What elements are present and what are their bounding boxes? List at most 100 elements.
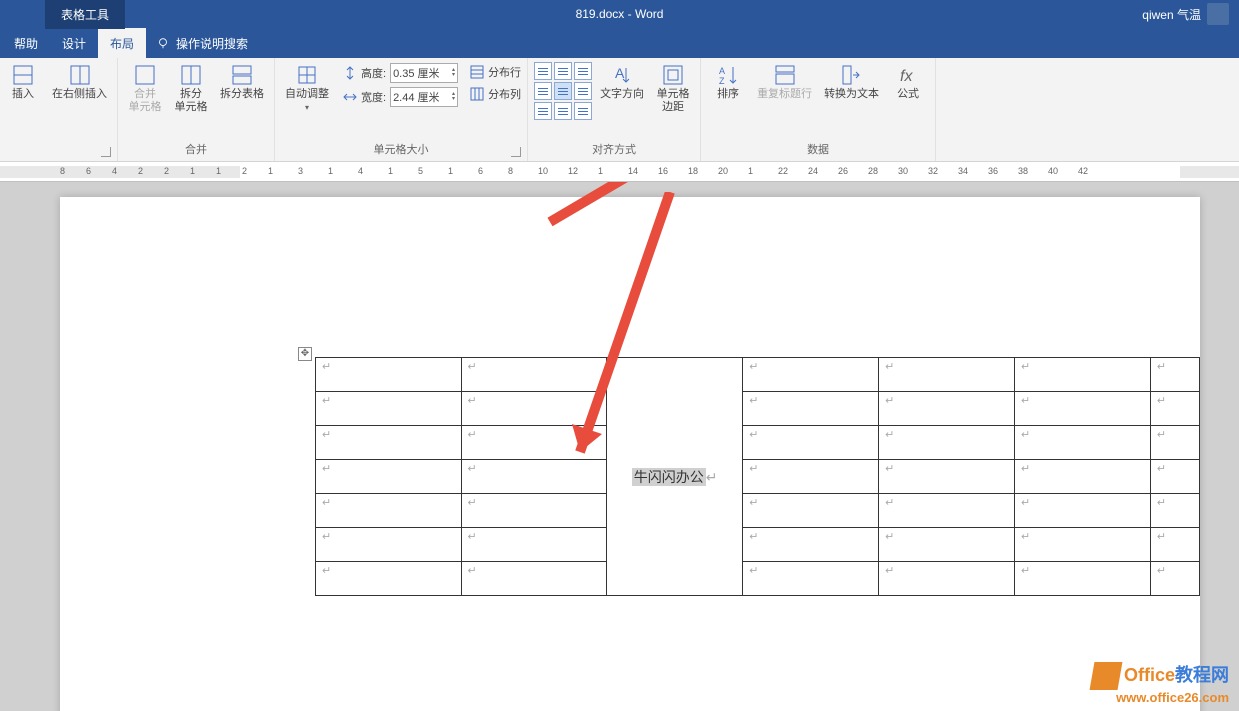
table-cell[interactable]: ↵ xyxy=(743,426,879,460)
table-cell[interactable]: ↵ xyxy=(461,392,607,426)
user-account[interactable]: qiwen 气温 xyxy=(1142,3,1229,25)
width-spinner[interactable]: 2.44 厘米▴▾ xyxy=(390,87,458,107)
width-label: 宽度: xyxy=(361,89,386,105)
table-cell[interactable]: ↵ xyxy=(316,562,462,596)
document-title: 819.docx - Word xyxy=(576,7,664,21)
table-cell[interactable]: ↵ xyxy=(316,460,462,494)
distribute-cols-button[interactable]: 分布列 xyxy=(470,84,521,104)
table-cell[interactable]: ↵ xyxy=(879,494,1015,528)
watermark-text2: www.office26.com xyxy=(1092,690,1229,705)
table-cell[interactable]: ↵ xyxy=(879,392,1015,426)
insert-col-icon xyxy=(69,64,91,86)
table-cell[interactable]: ↵ xyxy=(743,392,879,426)
align-top-left[interactable] xyxy=(534,62,552,80)
table-cell[interactable]: ↵ xyxy=(1150,494,1199,528)
table-cell[interactable]: ↵ xyxy=(461,358,607,392)
align-bot-right[interactable] xyxy=(574,102,592,120)
context-tab-table-tools[interactable]: 表格工具 xyxy=(45,0,125,29)
cell-margins-label: 单元格 边距 xyxy=(657,88,690,114)
tell-me-search[interactable]: 操作说明搜索 xyxy=(156,28,248,58)
table-cell[interactable]: ↵ xyxy=(1015,528,1151,562)
dialog-launcher-icon[interactable] xyxy=(511,147,521,157)
table-cell[interactable]: ↵ xyxy=(743,494,879,528)
table-cell[interactable]: ↵ xyxy=(743,358,879,392)
autofit-button[interactable]: 自动调整 ▾ xyxy=(281,62,333,114)
table-cell[interactable]: ↵ xyxy=(1015,562,1151,596)
table-cell[interactable]: ↵ xyxy=(1015,358,1151,392)
formula-button[interactable]: fx 公式 xyxy=(887,62,929,103)
merge-cells-button[interactable]: 合并 单元格 xyxy=(124,62,166,116)
height-spinner[interactable]: 0.35 厘米▴▾ xyxy=(390,63,458,83)
dialog-launcher-icon[interactable] xyxy=(101,147,111,157)
chevron-down-icon: ▾ xyxy=(305,103,309,112)
tab-design[interactable]: 设计 xyxy=(50,28,98,58)
align-mid-left[interactable] xyxy=(534,82,552,100)
repeat-header-button[interactable]: 重复标题行 xyxy=(753,62,816,103)
align-bot-center[interactable] xyxy=(554,102,572,120)
tab-layout[interactable]: 布局 xyxy=(98,28,146,58)
table-cell[interactable]: ↵ xyxy=(879,426,1015,460)
insert-below-button[interactable]: 插入 xyxy=(2,62,44,103)
table-cell[interactable]: ↵ xyxy=(461,528,607,562)
group-cell-size: 自动调整 ▾ 高度: 0.35 厘米▴▾ 宽度: 2.44 厘米▴▾ 分 xyxy=(275,58,528,161)
align-mid-right[interactable] xyxy=(574,82,592,100)
split-cells-button[interactable]: 拆分 单元格 xyxy=(170,62,212,116)
word-table[interactable]: ↵↵牛闪闪办公↵↵↵↵↵↵↵↵↵↵↵↵↵↵↵↵↵↵↵↵↵↵↵↵↵↵↵↵↵↵↵↵↵… xyxy=(315,357,1200,596)
table-cell[interactable]: ↵ xyxy=(879,528,1015,562)
insert-right-button[interactable]: 在右侧插入 xyxy=(48,62,111,103)
table-cell[interactable]: ↵ xyxy=(743,528,879,562)
table-cell[interactable]: ↵ xyxy=(1150,460,1199,494)
table-cell[interactable]: ↵ xyxy=(1150,392,1199,426)
align-top-center[interactable] xyxy=(554,62,572,80)
table-cell[interactable]: ↵ xyxy=(743,460,879,494)
table-cell[interactable]: ↵ xyxy=(316,426,462,460)
table-cell[interactable]: ↵ xyxy=(1150,562,1199,596)
table-cell[interactable]: ↵ xyxy=(879,358,1015,392)
table-cell[interactable]: ↵ xyxy=(879,460,1015,494)
distribute-rows-button[interactable]: 分布行 xyxy=(470,62,521,82)
table-cell[interactable]: ↵ xyxy=(1015,460,1151,494)
group-merge: 合并 单元格 拆分 单元格 拆分表格 合并 xyxy=(118,58,275,161)
alignment-grid xyxy=(534,62,592,120)
align-mid-center[interactable] xyxy=(554,82,572,100)
table-cell[interactable]: ↵ xyxy=(1015,494,1151,528)
group-data: AZ 排序 重复标题行 转换为文本 fx 公式 数据 xyxy=(701,58,936,161)
align-bot-left[interactable] xyxy=(534,102,552,120)
table-cell[interactable]: ↵ xyxy=(743,562,879,596)
table-cell[interactable]: ↵ xyxy=(1015,426,1151,460)
table-cell[interactable]: ↵ xyxy=(1150,426,1199,460)
table-cell[interactable]: ↵ xyxy=(316,392,462,426)
svg-text:fx: fx xyxy=(900,68,913,85)
tab-help[interactable]: 帮助 xyxy=(2,28,50,58)
split-cells-icon xyxy=(180,64,202,86)
table-cell[interactable]: ↵ xyxy=(316,528,462,562)
table-cell[interactable]: ↵ xyxy=(461,494,607,528)
ribbon-tabs: 帮助 设计 布局 操作说明搜索 xyxy=(0,28,1239,58)
split-table-button[interactable]: 拆分表格 xyxy=(216,62,268,103)
table-move-handle[interactable]: ✥ xyxy=(298,347,312,361)
table-cell[interactable]: ↵ xyxy=(461,426,607,460)
insert-row-icon xyxy=(12,64,34,86)
group-label-merge: 合并 xyxy=(124,139,268,159)
table-cell[interactable]: ↵ xyxy=(316,494,462,528)
table-cell[interactable]: ↵ xyxy=(461,562,607,596)
table-cell[interactable]: ↵ xyxy=(461,460,607,494)
sort-button[interactable]: AZ 排序 xyxy=(707,62,749,103)
table-cell[interactable]: ↵ xyxy=(316,358,462,392)
convert-to-text-button[interactable]: 转换为文本 xyxy=(820,62,883,103)
text-direction-icon: A xyxy=(611,64,633,86)
cell-margins-button[interactable]: 单元格 边距 xyxy=(652,62,694,116)
watermark: Office教程网 www.office26.com xyxy=(1092,661,1229,705)
table-cell[interactable]: ↵ xyxy=(1150,358,1199,392)
group-label-rows xyxy=(2,143,111,159)
text-direction-button[interactable]: A 文字方向 xyxy=(596,62,648,103)
table-cell[interactable]: ↵ xyxy=(1015,392,1151,426)
page[interactable]: ✥ ↵↵牛闪闪办公↵↵↵↵↵↵↵↵↵↵↵↵↵↵↵↵↵↵↵↵↵↵↵↵↵↵↵↵↵↵↵… xyxy=(60,197,1200,711)
horizontal-ruler[interactable]: 8642211213141516810121141618201222426283… xyxy=(0,162,1239,182)
table-cell[interactable]: ↵ xyxy=(1150,528,1199,562)
insert-below-label: 插入 xyxy=(12,88,34,101)
row-height-control: 高度: 0.35 厘米▴▾ xyxy=(343,62,458,84)
table-cell[interactable]: ↵ xyxy=(879,562,1015,596)
merged-cell[interactable]: 牛闪闪办公↵ xyxy=(607,358,743,596)
align-top-right[interactable] xyxy=(574,62,592,80)
